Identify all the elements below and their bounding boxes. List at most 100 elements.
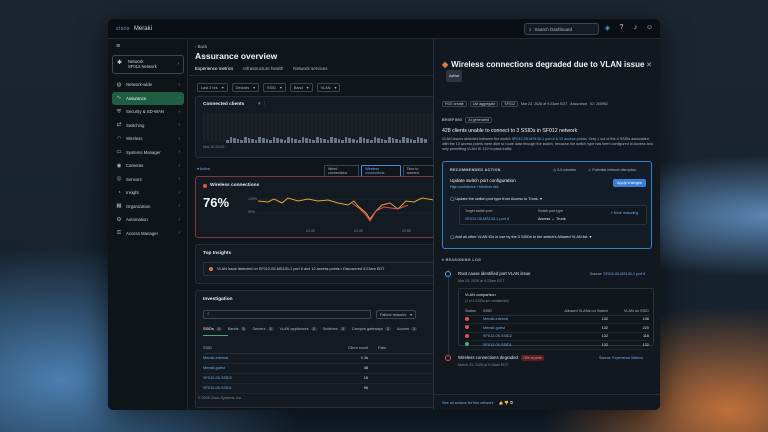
rec-step-2[interactable]: ◯ Add all other VLAN IDs in use by the 3… xyxy=(450,234,591,239)
search-input[interactable]: ⌕ Search Dashboard xyxy=(524,23,599,35)
sidebar-item-sensors[interactable]: ◎ Sensors › xyxy=(112,173,184,187)
more-reasoning-link[interactable]: ↗ More reasoning xyxy=(610,211,638,215)
col-client-count[interactable]: Client count xyxy=(313,343,378,354)
chevron-right-icon: › xyxy=(178,149,180,156)
investigation-search[interactable]: ⌕ xyxy=(203,310,371,319)
menu-icon[interactable]: ≡ xyxy=(116,43,120,50)
step-2-text: Add all other VLAN IDs in use by the 3 S… xyxy=(455,235,589,239)
ssid-link[interactable]: SF012-05-SSID2 xyxy=(203,373,313,384)
vlan-subtitle: (3 of 4 SSIDs are unmatched) xyxy=(465,299,509,303)
subtab-count: 1 xyxy=(411,327,418,331)
timeline-bar xyxy=(326,140,330,143)
meta-item[interactable]: RCE create xyxy=(442,101,467,107)
failure-select[interactable]: Failure reasons ▾ xyxy=(376,310,417,319)
thumbs-up-icon[interactable]: 👍 xyxy=(499,401,504,405)
investigation-card: Investigation ⌕ Failure reasons ▾ SSIDs 4 B… xyxy=(195,290,435,408)
vlan-title: VLAN comparison xyxy=(465,293,496,297)
timeline-bar xyxy=(254,140,258,143)
table-row[interactable]: SF012-05-SSID2 16 xyxy=(203,373,435,384)
apply-changes-button[interactable]: Apply changes xyxy=(613,179,646,187)
copy-icon[interactable]: ⧉ xyxy=(510,401,513,405)
sidebar-item-cameras[interactable]: ◉ Cameras › xyxy=(112,159,184,173)
sidebar-item-switching[interactable]: ⇄ Switching › xyxy=(112,119,184,133)
chevron-icon[interactable]: ▾ ⋮ xyxy=(258,101,267,107)
subtab[interactable]: Switches 3 xyxy=(323,327,346,331)
timeline-bar xyxy=(287,137,290,143)
meta-item[interactable]: SF012 xyxy=(501,101,518,107)
sidebar-item-insight[interactable]: ◔ Insight › xyxy=(112,186,184,200)
sidebar-item-label: Cameras xyxy=(126,163,144,169)
timeline-bar xyxy=(319,138,323,143)
all-actions-link[interactable]: See all actions for this network xyxy=(442,401,494,405)
target-port-link[interactable]: SF012-05-MS130-1 port 8 xyxy=(465,217,509,221)
source-link[interactable]: SF012-05-MS130-1 port 8 xyxy=(603,272,645,276)
insight-row[interactable]: VLAN issue detected on SF012-05-MS130-1 … xyxy=(203,262,435,276)
thumbs-down-icon[interactable]: 👎 xyxy=(504,401,509,405)
sidebar-item-assurance[interactable]: ∿ Assurance › xyxy=(112,91,184,105)
help-icon[interactable]: ? xyxy=(617,23,626,32)
source-label: Source: xyxy=(590,272,603,276)
root-cause-title[interactable]: Root cause identified port VLAN issue xyxy=(458,271,530,276)
ssid-link[interactable]: Meraki-guest xyxy=(203,363,313,374)
top-icons: ◈ ? ♪ ☺ xyxy=(603,23,654,32)
source-link[interactable]: Experience Metrics xyxy=(612,356,643,360)
ssid-link[interactable]: Meraki-internal xyxy=(203,353,313,364)
ai-assistant-icon[interactable]: ◈ xyxy=(603,23,612,32)
timeline-bar xyxy=(226,140,229,143)
ssid-link[interactable]: SF012-05-SSID1 xyxy=(483,340,538,350)
brand-logo[interactable]: cisco Meraki xyxy=(116,26,152,32)
timeline-bar xyxy=(344,137,348,143)
collapse-label: Active xyxy=(199,167,211,171)
ssid-vlan: 220 xyxy=(608,323,649,333)
rec-time-text: 3-5 minutes xyxy=(557,168,576,172)
table-row[interactable]: Meraki-internal 1.1k xyxy=(203,353,435,364)
timeline-bar xyxy=(391,138,395,143)
table-row[interactable]: SF012-05-SSID1 96 xyxy=(203,383,435,394)
subtab[interactable]: Campus gateways 2 xyxy=(352,327,391,331)
rec-step-1[interactable]: ◯ Update the switch port type from Acces… xyxy=(450,196,542,201)
table-row[interactable]: Meraki-guest 48 xyxy=(203,363,435,374)
subtab[interactable]: VLAN appliances 3 xyxy=(280,327,317,331)
sidebar-item-access-manager[interactable]: ⚿ Access Manager › xyxy=(112,227,184,241)
subtab[interactable]: SSIDs 4 xyxy=(203,327,222,331)
filter-select[interactable]: VLAN ▾ xyxy=(316,83,341,92)
ssid-link[interactable]: Meraki-internal xyxy=(483,315,538,324)
collapse-link[interactable]: ▾ Active xyxy=(197,166,210,171)
filter-select[interactable]: SSID ▾ xyxy=(263,83,286,92)
subtab[interactable]: Bands 3 xyxy=(228,327,247,331)
subtab-count: 3 xyxy=(339,327,346,331)
ssid-link[interactable]: SF012-05-SSID1 xyxy=(203,383,313,394)
filter-select[interactable]: Band ▾ xyxy=(289,83,313,92)
degraded-source: Source: Experience Metrics xyxy=(599,356,643,360)
subtab[interactable]: Access 1 xyxy=(397,327,418,331)
failure-cell xyxy=(378,383,435,394)
filter-select[interactable]: Last 2 hrs ▾ xyxy=(197,83,228,92)
degraded-title-row[interactable]: Wireless connections degraded 76% at peak xyxy=(458,355,544,361)
chevron-right-icon: › xyxy=(177,61,179,67)
switch-link[interactable]: SF012-05-MS130-1 port 8 & 13 access poin… xyxy=(512,137,587,141)
user-icon[interactable]: ☺ xyxy=(645,23,654,32)
ssid-link[interactable]: SF012-05-SSID2 xyxy=(483,332,538,341)
sidebar-item-network-wide[interactable]: ◍ Network-wide › xyxy=(112,78,184,92)
wireless-connections-card[interactable]: Wireless connections 76% 100% 50% 22:40 … xyxy=(195,176,435,238)
sidebar-item-systems-manager[interactable]: ▭ Systems Manager › xyxy=(112,146,184,160)
sidebar-item-organization[interactable]: ▦ Organization › xyxy=(112,200,184,214)
filter-label: Band xyxy=(293,85,303,90)
x-tick: 22:50 xyxy=(402,229,411,233)
ssid-link[interactable]: Meraki-guest xyxy=(483,323,538,333)
meta-item[interactable]: List aggregate xyxy=(469,101,499,107)
sidebar-item-wireless[interactable]: ◠ Wireless › xyxy=(112,132,184,146)
back-link[interactable]: ‹ Back xyxy=(195,44,207,49)
camera-icon: ◉ xyxy=(116,162,122,169)
network-selector[interactable]: ✱ Network SF012 Network › xyxy=(112,55,184,74)
close-icon[interactable]: ✕ xyxy=(646,61,652,69)
col-failures[interactable]: Failu xyxy=(378,343,435,354)
subtab[interactable]: Servers 3 xyxy=(252,327,274,331)
notifications-icon[interactable]: ♪ xyxy=(631,23,640,32)
sidebar-item-automation[interactable]: ⚙ Automation › xyxy=(112,213,184,227)
chevron-right-icon: › xyxy=(178,81,180,88)
chevron-right-icon: › xyxy=(178,216,180,223)
filter-select[interactable]: Devices ▾ xyxy=(231,83,260,92)
sidebar-item-security-sd-wan[interactable]: ⛨ Security & SD-WAN › xyxy=(112,105,184,119)
col-ssid[interactable]: SSID xyxy=(203,343,313,354)
